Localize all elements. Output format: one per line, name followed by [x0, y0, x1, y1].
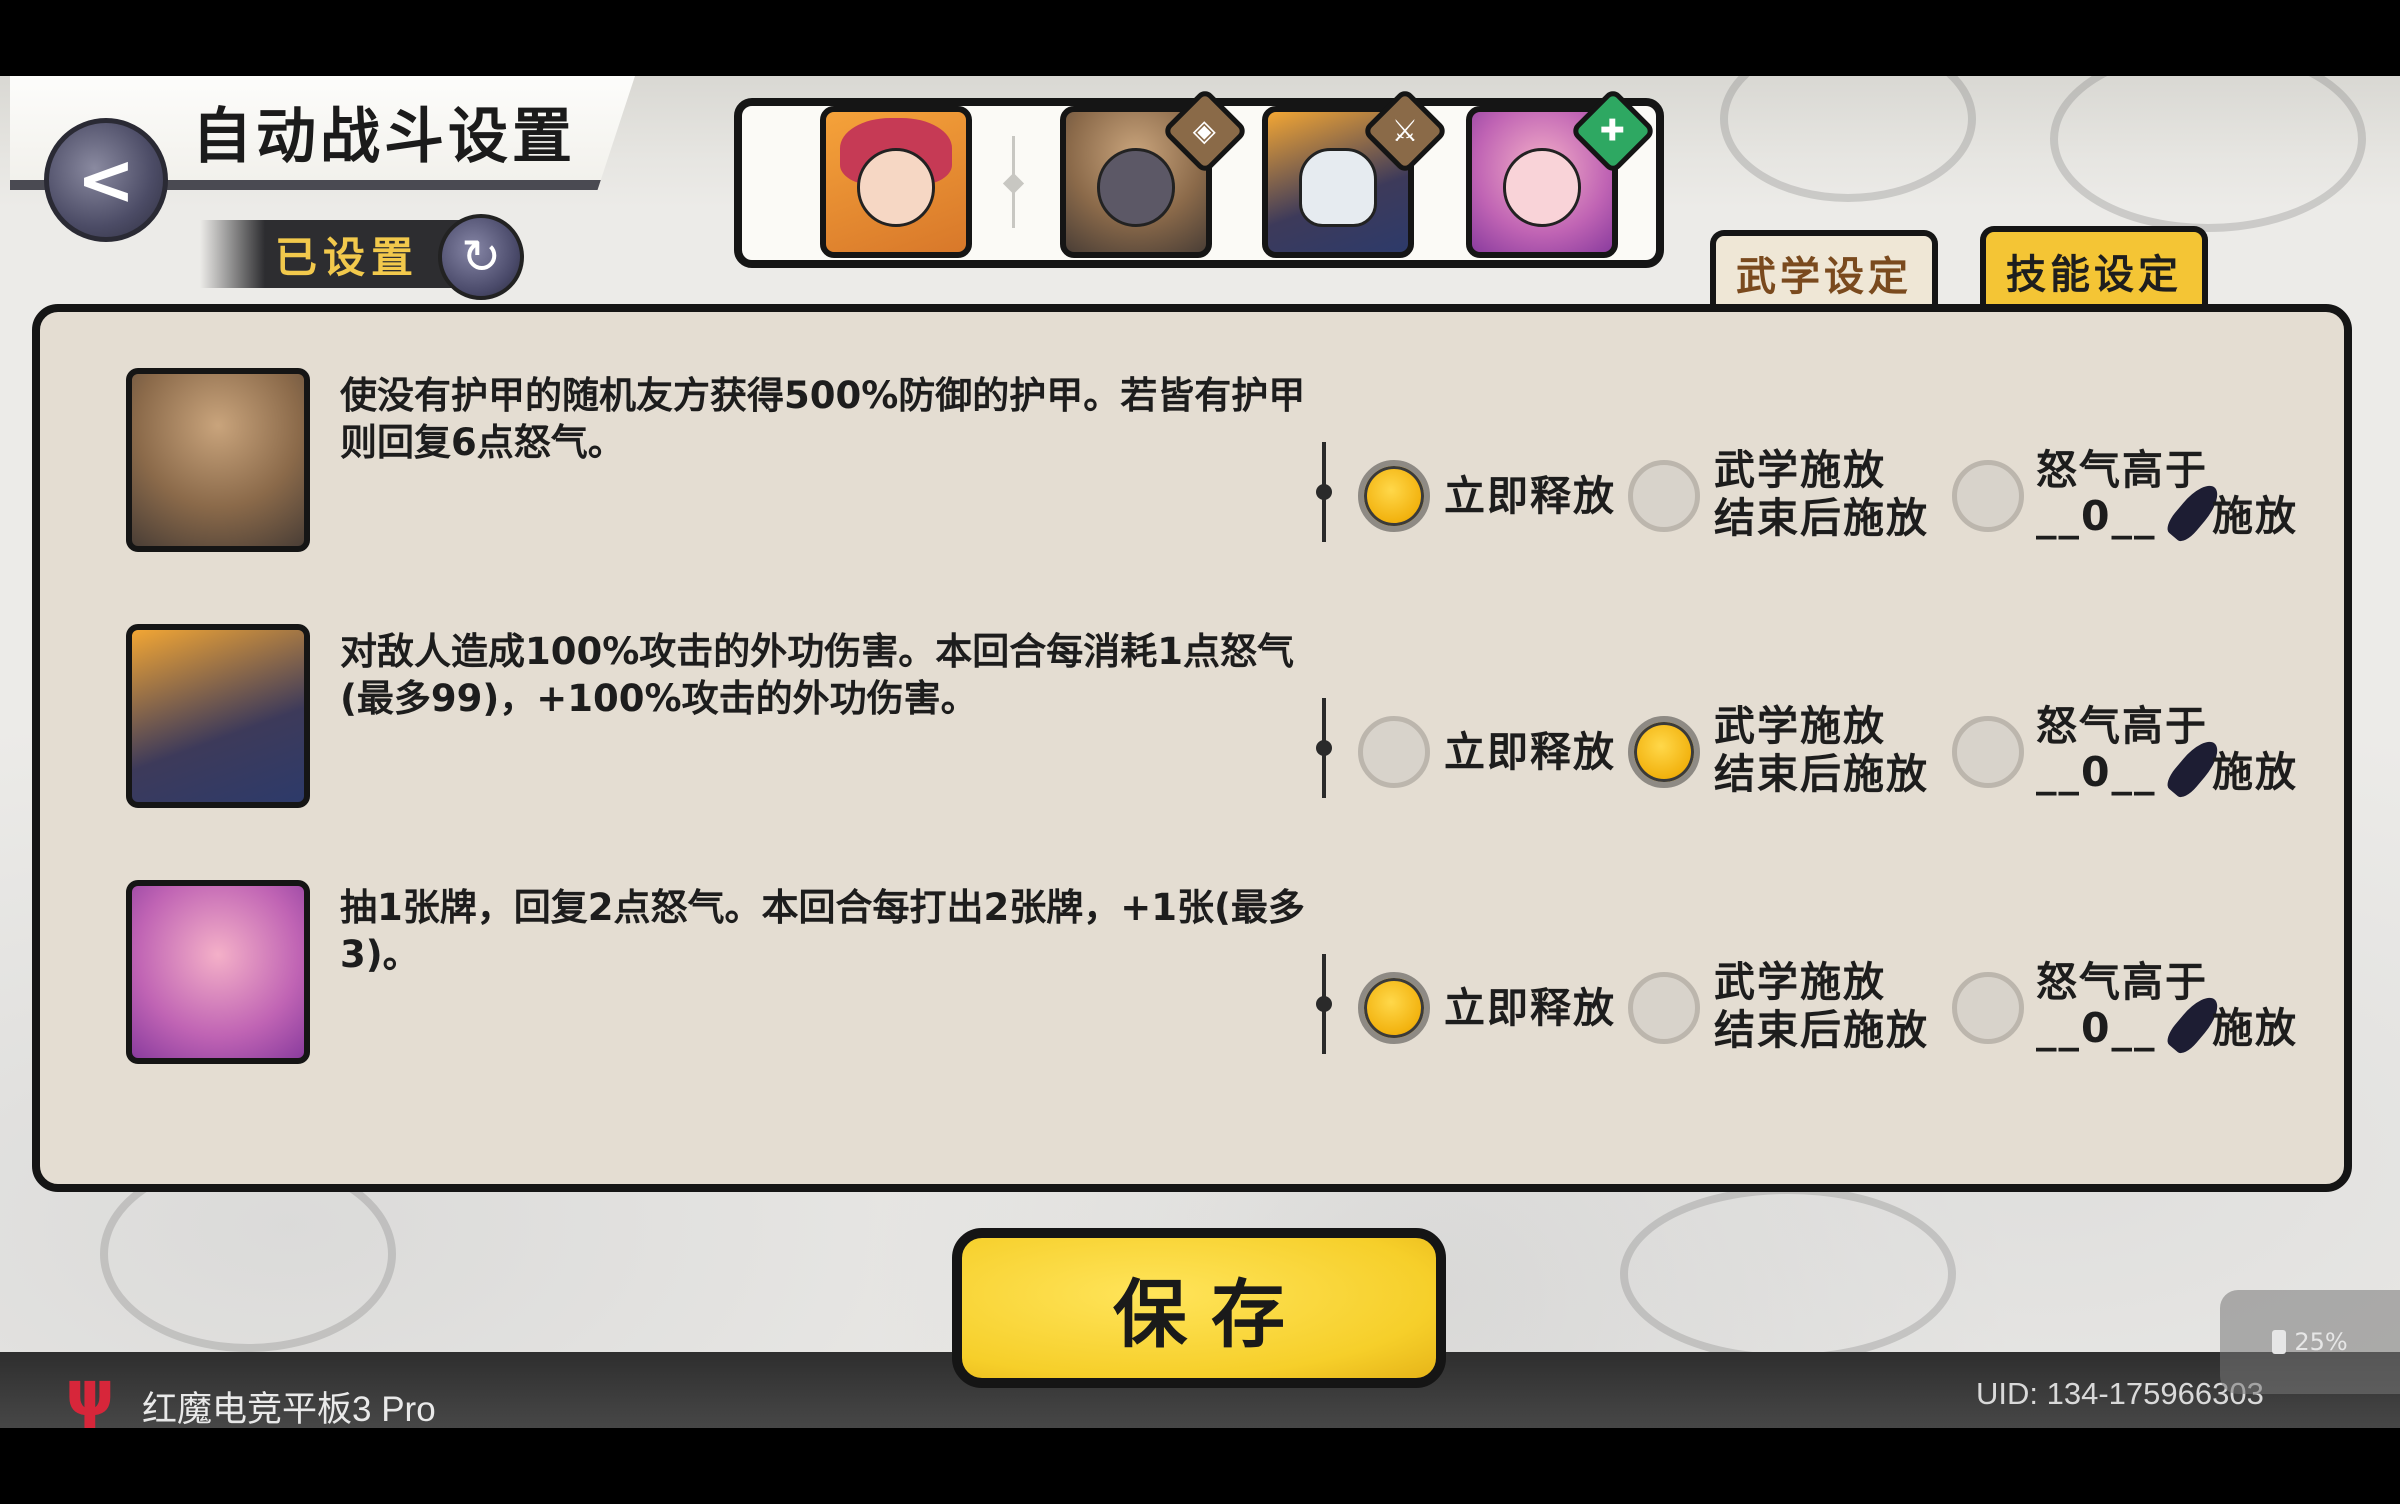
- label-immediate: 立即释放: [1444, 472, 1616, 520]
- skill-row: 对敌人造成100%攻击的外功伤害。本回合每消耗1点怒气(最多99)，+100%攻…: [40, 568, 2344, 808]
- skill-description: 抽1张牌，回复2点怒气。本回合每打出2张牌，+1张(最多3)。: [340, 886, 1305, 976]
- hero-face: [856, 148, 936, 227]
- skill-row: 使没有护甲的随机友方获得500%防御的护甲。若皆有护甲则回复6点怒气。 立即释放…: [40, 312, 2344, 552]
- cloud-decoration: [2050, 76, 2366, 232]
- battery-icon: [2272, 1330, 2287, 1354]
- radio-rage-threshold[interactable]: [1952, 972, 2024, 1044]
- skill-portrait: [126, 880, 310, 1064]
- rage-threshold-input[interactable]: __0__: [2036, 492, 2157, 540]
- option-divider: [1316, 954, 1332, 1054]
- skill-portrait: [126, 368, 310, 552]
- reset-icon[interactable]: ↻: [438, 214, 524, 300]
- cloud-decoration: [1620, 1186, 1956, 1362]
- skill-row: 抽1张牌，回复2点怒气。本回合每打出2张牌，+1张(最多3)。 立即释放 武学施…: [40, 824, 2344, 1064]
- label-immediate: 立即释放: [1444, 728, 1616, 776]
- back-arrow-icon: <: [76, 139, 136, 221]
- label-rage-threshold: 怒气高于: [2036, 958, 2208, 1006]
- ally-face: [1298, 148, 1378, 227]
- rage-threshold-input[interactable]: __0__: [2036, 748, 2157, 796]
- device-logo-icon: ψ: [65, 1357, 115, 1428]
- label-after-martial: 武学施放 结束后施放: [1714, 702, 1929, 798]
- page-title: 自动战斗设置: [192, 102, 576, 172]
- label-cast: 施放: [2212, 492, 2298, 540]
- skill-description: 对敌人造成100%攻击的外功伤害。本回合每消耗1点怒气(最多99)，+100%攻…: [340, 630, 1295, 720]
- radio-immediate[interactable]: [1358, 716, 1430, 788]
- tab-skills[interactable]: 技能设定: [1980, 226, 2208, 310]
- hero-portrait[interactable]: [820, 106, 972, 258]
- label-cast: 施放: [2212, 748, 2298, 796]
- option-divider: [1316, 698, 1332, 798]
- label-rage-threshold: 怒气高于: [2036, 446, 2208, 494]
- skill-description: 使没有护甲的随机友方获得500%防御的护甲。若皆有护甲则回复6点怒气。: [340, 374, 1306, 464]
- radio-immediate[interactable]: [1358, 972, 1430, 1044]
- radio-after-martial[interactable]: [1628, 716, 1700, 788]
- tab-martial-arts[interactable]: 武学设定: [1710, 230, 1938, 310]
- radio-after-martial[interactable]: [1628, 460, 1700, 532]
- label-rage-threshold: 怒气高于: [2036, 702, 2208, 750]
- save-button[interactable]: 保存: [952, 1228, 1446, 1388]
- device-name: 红魔电竞平板3 Pro: [142, 1390, 436, 1428]
- ally-face: [1502, 148, 1582, 227]
- battery-level: 25%: [2294, 1328, 2348, 1356]
- label-after-martial: 武学施放 结束后施放: [1714, 958, 1929, 1054]
- label-immediate: 立即释放: [1444, 984, 1616, 1032]
- game-screen: 自动战斗设置 < 已设置 ↻ ◈ ⚔ ✚ 武学设定 技能设定 使没有护甲的随机友…: [0, 76, 2400, 1428]
- swirl-icon: ↻: [460, 229, 502, 285]
- option-divider: [1316, 442, 1332, 542]
- status-label: 已设置: [275, 232, 420, 282]
- team-divider: [1012, 136, 1015, 228]
- label-after-martial: 武学施放 结束后施放: [1714, 446, 1929, 542]
- ally-face: [1096, 148, 1176, 227]
- radio-after-martial[interactable]: [1628, 972, 1700, 1044]
- radio-rage-threshold[interactable]: [1952, 460, 2024, 532]
- team-strip: ◈ ⚔ ✚: [734, 87, 1664, 268]
- skill-portrait: [126, 624, 310, 808]
- back-button[interactable]: <: [44, 118, 168, 242]
- status-badge: 已设置: [200, 220, 460, 288]
- skill-settings-panel: 使没有护甲的随机友方获得500%防御的护甲。若皆有护甲则回复6点怒气。 立即释放…: [32, 304, 2352, 1192]
- radio-immediate[interactable]: [1358, 460, 1430, 532]
- radio-rage-threshold[interactable]: [1952, 716, 2024, 788]
- label-cast: 施放: [2212, 1004, 2298, 1052]
- battery-indicator: 25%: [2220, 1290, 2400, 1394]
- rage-threshold-input[interactable]: __0__: [2036, 1004, 2157, 1052]
